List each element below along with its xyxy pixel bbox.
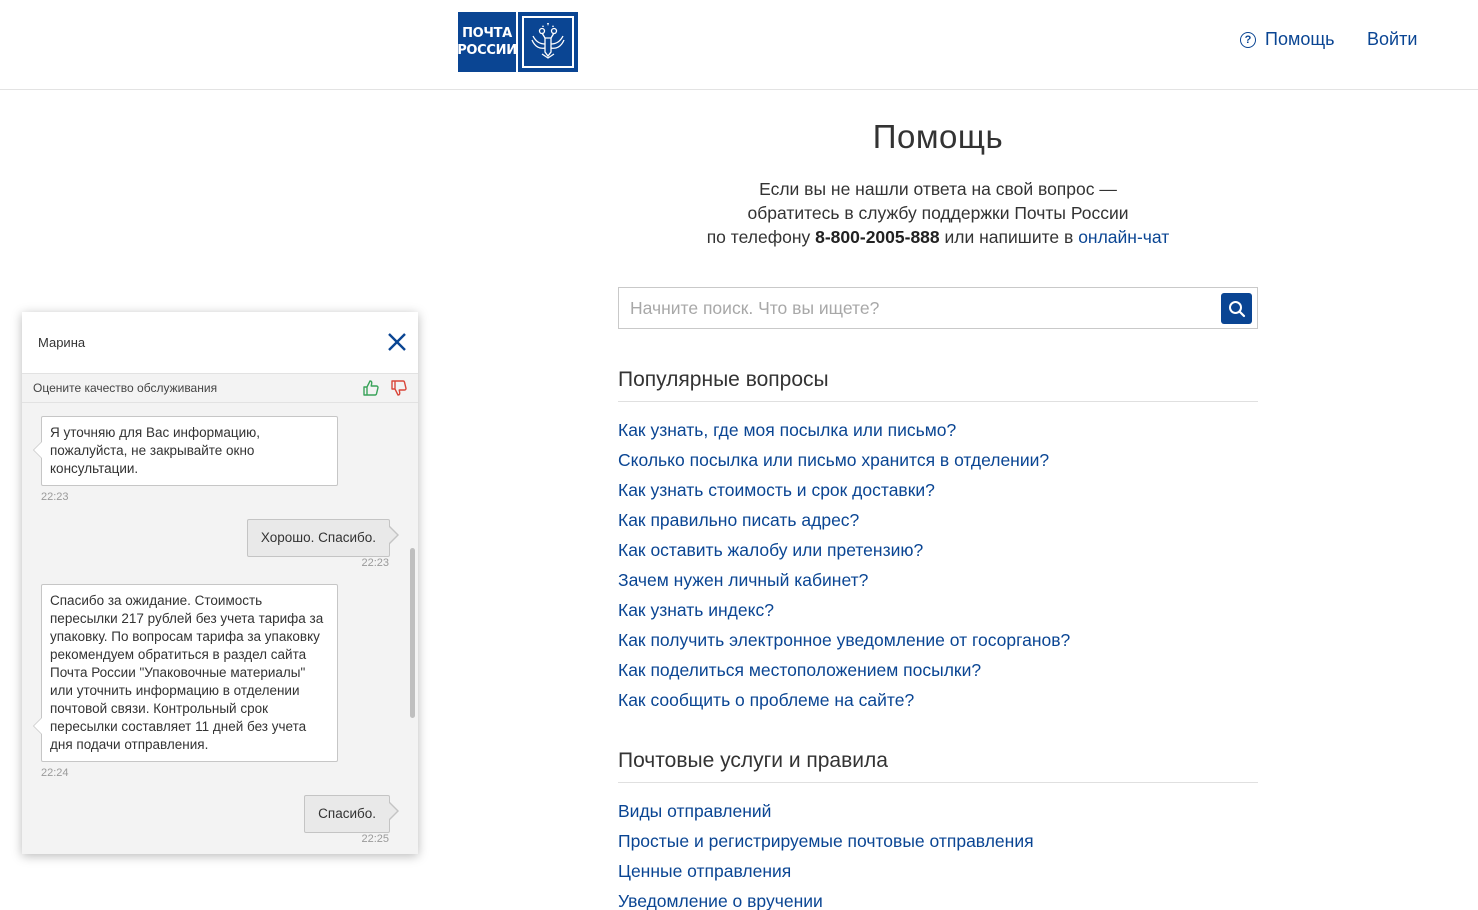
faq-link[interactable]: Как оставить жалобу или претензию? [618, 539, 1070, 569]
nav-help-link[interactable]: ? Помощь [1240, 29, 1335, 50]
user-message: Спасибо. [304, 795, 399, 833]
faq-link[interactable]: Сколько посылка или письмо хранится в от… [618, 449, 1070, 479]
question-circle-icon: ? [1240, 31, 1256, 48]
section-title-services: Почтовые услуги и правила [618, 749, 1258, 783]
section-title-popular: Популярные вопросы [618, 368, 1258, 402]
faq-link[interactable]: Как получить электронное уведомление от … [618, 629, 1070, 659]
postal-services-list: Виды отправлений Простые и регистрируемы… [618, 800, 1034, 910]
logo-line2: РОССИИ [457, 43, 517, 58]
faq-link[interactable]: Как узнать стоимость и срок доставки? [618, 479, 1070, 509]
service-link[interactable]: Простые и регистрируемые почтовые отправ… [618, 830, 1034, 860]
intro-line3-middle: или напишите в [939, 227, 1079, 247]
faq-link[interactable]: Зачем нужен личный кабинет? [618, 569, 1070, 599]
chat-scrollbar[interactable] [410, 548, 415, 718]
chat-widget: Марина Оцените качество обслуживания Я у… [22, 312, 418, 854]
chat-header: Марина [22, 312, 418, 373]
service-link[interactable]: Уведомление о вручении [618, 890, 1034, 910]
search-input[interactable] [619, 288, 1209, 328]
chat-agent-name: Марина [38, 335, 86, 350]
thumbs-up-icon[interactable] [362, 379, 380, 397]
message-time: 22:25 [361, 833, 389, 845]
faq-link[interactable]: Как правильно писать адрес? [618, 509, 1070, 539]
search-icon [1228, 300, 1245, 317]
close-icon[interactable] [386, 331, 408, 353]
logo-line1: ПОЧТА [462, 26, 512, 41]
support-intro: Если вы не нашли ответа на свой вопрос —… [618, 177, 1258, 249]
agent-message: Спасибо за ожидание. Стоимость пересылки… [33, 584, 338, 762]
pochta-logo[interactable]: ПОЧТА РОССИИ [457, 12, 578, 72]
popular-questions-list: Как узнать, где моя посылка или письмо? … [618, 419, 1070, 719]
nav-help-label: Помощь [1265, 29, 1335, 49]
agent-message: Я уточняю для Вас информацию, пожалуйста… [33, 416, 338, 486]
logo-wordmark: ПОЧТА РОССИИ [457, 12, 517, 72]
user-message: Хорошо. Спасибо. [246, 519, 400, 557]
service-link[interactable]: Ценные отправления [618, 860, 1034, 890]
service-link[interactable]: Виды отправлений [618, 800, 1034, 830]
page-title: Помощь [872, 118, 1004, 155]
intro-line1: Если вы не нашли ответа на свой вопрос — [759, 179, 1117, 199]
intro-line3-prefix: по телефону [706, 227, 816, 247]
message-time: 22:24 [41, 767, 69, 779]
intro-line2: обратитесь в службу поддержки Почты Росс… [747, 203, 1129, 223]
support-phone: 8-800-2005-888 [815, 227, 940, 247]
faq-link[interactable]: Как узнать, где моя посылка или письмо? [618, 419, 1070, 449]
chat-messages: Я уточняю для Вас информацию, пожалуйста… [22, 403, 418, 854]
faq-link[interactable]: Как сообщить о проблеме на сайте? [618, 689, 1070, 719]
search-button[interactable] [1221, 293, 1252, 324]
message-time: 22:23 [41, 491, 69, 503]
online-chat-link[interactable]: онлайн-чат [1078, 227, 1169, 247]
chat-rating-bar: Оцените качество обслуживания [22, 373, 418, 403]
message-time: 22:23 [361, 557, 389, 569]
site-header: ПОЧТА РОССИИ ? Помощь Войти [0, 0, 1478, 90]
help-search [618, 287, 1258, 329]
faq-link[interactable]: Как поделиться местоположением посылки? [618, 659, 1070, 689]
login-link[interactable]: Войти [1367, 29, 1417, 50]
intro-line3: по телефону 8-800-2005-888 или напишите … [618, 225, 1258, 249]
thumbs-down-icon[interactable] [390, 379, 408, 397]
rating-label: Оцените качество обслуживания [33, 381, 218, 395]
faq-link[interactable]: Как узнать индекс? [618, 599, 1070, 629]
eagle-emblem-icon [518, 12, 578, 72]
